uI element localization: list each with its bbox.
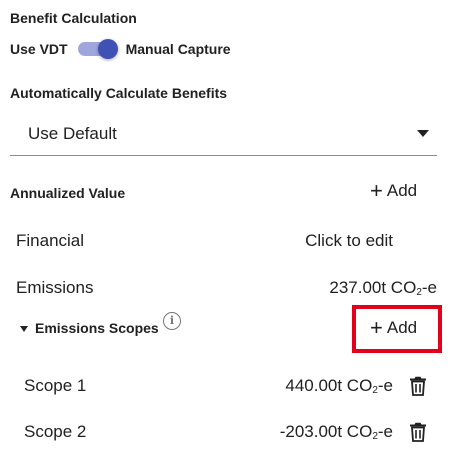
scope-2-value[interactable]: -203.00t CO2-e [250,422,393,442]
use-vdt-label: Use VDT [10,41,68,57]
calc-mode-switch[interactable] [76,37,120,61]
auto-calc-label: Automatically Calculate Benefits [10,85,228,101]
plus-icon: + [370,178,383,203]
scope-1-value[interactable]: 440.00t CO2-e [250,376,393,396]
trash-icon[interactable] [409,422,427,442]
auto-calc-selected-value: Use Default [28,124,117,143]
scope-1-value-unit: -e [377,376,393,395]
scopes-add-button[interactable]: + Add [370,317,417,339]
scopes-add-label: Add [386,318,418,337]
info-icon[interactable]: i [163,312,181,330]
manual-capture-label: Manual Capture [125,41,231,57]
emissions-value: 237.00t CO2-e [300,278,437,298]
scope-1-label: Scope 1 [24,376,87,395]
emissions-label: Emissions [16,278,94,297]
benefit-calculation-title: Benefit Calculation [10,10,137,26]
scope-2-value-unit: -e [377,422,393,441]
caret-down-icon [417,130,429,137]
scope-2-label: Scope 2 [24,422,87,441]
annualized-value-title: Annualized Value [10,185,126,201]
emissions-value-number: 237.00t CO [329,278,417,297]
annualized-add-label: Add [386,181,418,200]
annualized-add-button[interactable]: + Add [370,180,417,202]
auto-calc-select[interactable]: Use Default [10,108,437,156]
financial-click-to-edit[interactable]: Click to edit [300,231,393,251]
plus-icon: + [370,315,383,340]
scope-2-value-number: -203.00t CO [279,422,373,441]
financial-label: Financial [16,231,85,250]
trash-icon[interactable] [409,376,427,396]
scope-1-value-number: 440.00t CO [285,376,373,395]
emissions-value-unit: -e [421,278,437,297]
switch-thumb [97,39,118,59]
calc-mode-toggle-row: Use VDT Manual Capture [10,37,231,61]
scopes-collapse-caret-icon[interactable] [20,326,28,332]
emissions-scopes-title: Emissions Scopes [35,320,159,336]
